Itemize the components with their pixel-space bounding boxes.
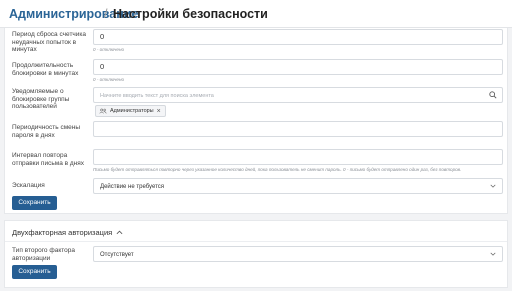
breadcrumb-separator: / <box>104 7 108 21</box>
lockout-duration-hint: 0 - отключено <box>93 77 125 82</box>
reset-period-input[interactable]: 0 <box>93 29 503 45</box>
security-settings-card: Период сброса счетчика неудачных попыток… <box>4 28 508 214</box>
two-factor-section-header[interactable]: Двухфакторная авторизация <box>12 228 123 237</box>
notify-group-label: Уведомляемые о блокировке группы пользов… <box>12 88 70 111</box>
factor-type-select-value: Отсутствует <box>100 252 134 258</box>
chevron-down-icon <box>490 184 496 188</box>
search-icon[interactable] <box>489 91 497 99</box>
escalation-label: Эскалация <box>12 182 45 189</box>
lockout-duration-input[interactable]: 0 <box>93 59 503 75</box>
section-divider <box>5 241 507 242</box>
reset-period-label: Период сброса счетчика неудачных попыток… <box>12 31 87 54</box>
chevron-up-icon[interactable] <box>116 229 123 236</box>
save-two-factor-button[interactable]: Сохранить <box>12 265 57 279</box>
users-group-icon <box>99 108 107 114</box>
reset-period-hint: 0 - отключено <box>93 47 125 52</box>
factor-type-label: Тип второго фактора авторизации <box>12 247 75 262</box>
factor-type-select[interactable]: Отсутствует <box>93 246 503 262</box>
notify-group-placeholder: Начните вводить текст для поиска элемент… <box>100 93 214 99</box>
selected-group-tag: Администраторы × <box>95 105 166 117</box>
password-change-input[interactable] <box>93 121 503 137</box>
escalation-select-value: Действие не требуется <box>100 184 165 190</box>
notify-group-search-input[interactable]: Начните вводить текст для поиска элемент… <box>93 87 503 103</box>
page-title: Настройки безопасности <box>113 7 268 21</box>
remove-tag-close-icon[interactable]: × <box>157 108 161 115</box>
password-change-label: Периодичность смены пароля в днях <box>12 124 81 139</box>
chevron-down-icon <box>490 252 496 256</box>
page-header: Администрирование / Настройки безопаснос… <box>0 0 512 28</box>
repeat-interval-input[interactable] <box>93 149 503 165</box>
two-factor-title: Двухфакторная авторизация <box>12 228 113 237</box>
repeat-interval-label: Интервал повтора отправки письма в днях <box>12 152 85 167</box>
lockout-duration-label: Продолжительность блокировки в минутах <box>12 62 79 77</box>
two-factor-card: Двухфакторная авторизация Тип второго фа… <box>4 220 508 288</box>
repeat-interval-hint: Письмо будет отправляться повторно через… <box>93 167 462 172</box>
escalation-select[interactable]: Действие не требуется <box>93 178 503 194</box>
save-security-button[interactable]: Сохранить <box>12 196 57 210</box>
selected-group-tag-label: Администраторы <box>110 108 154 114</box>
